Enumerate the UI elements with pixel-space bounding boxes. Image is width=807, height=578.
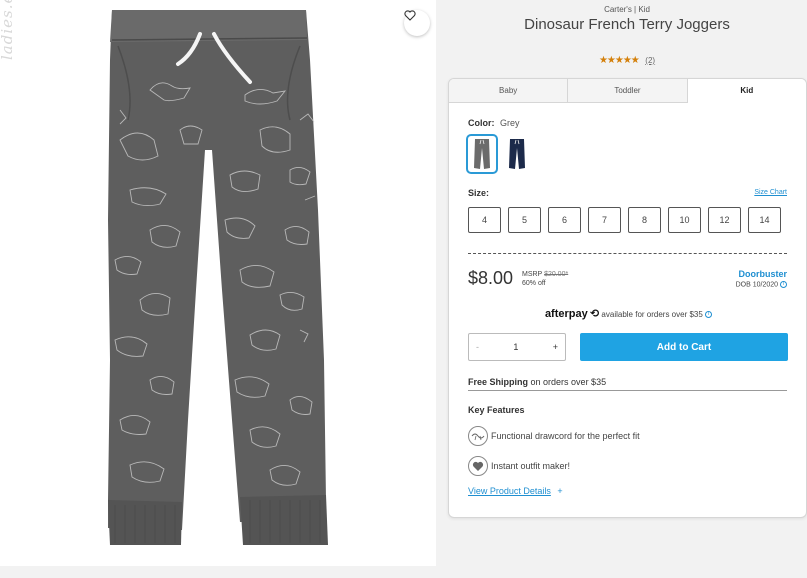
review-count-link[interactable]: (2) xyxy=(645,56,655,65)
free-shipping-note: Free Shipping on orders over $35 xyxy=(468,377,606,387)
free-shipping-rest: on orders over $35 xyxy=(530,377,607,387)
tab-toddler[interactable]: Toddler xyxy=(568,79,688,102)
size-option-8[interactable]: 8 xyxy=(628,207,661,233)
star-rating: ★★★★★ xyxy=(598,55,640,66)
size-option-5[interactable]: 5 xyxy=(508,207,541,233)
color-label-row: Color: Grey xyxy=(468,118,520,128)
swatch-grey[interactable] xyxy=(466,134,498,174)
expand-plus-icon[interactable]: + xyxy=(557,486,562,496)
product-rating: ★★★★★ (2) xyxy=(448,55,806,66)
discount-text: 60% off xyxy=(522,280,546,287)
msrp-value: $20.00* xyxy=(544,271,569,278)
size-options: 4 5 6 7 8 10 12 14 xyxy=(468,207,788,233)
msrp-block: MSRP $20.00* 60% off xyxy=(522,270,568,288)
feature-text: Functional drawcord for the perfect fit xyxy=(491,431,640,441)
promo-label: Doorbuster xyxy=(738,269,787,279)
feature-text: Instant outfit maker! xyxy=(491,461,571,471)
quantity-value[interactable]: 1 xyxy=(513,342,518,352)
size-option-14[interactable]: 14 xyxy=(748,207,781,233)
size-option-12[interactable]: 12 xyxy=(708,207,741,233)
add-to-cart-button[interactable]: Add to Cart xyxy=(580,333,788,361)
key-features-heading: Key Features xyxy=(468,405,525,415)
tab-baby[interactable]: Baby xyxy=(449,79,569,102)
feature-item: Instant outfit maker! xyxy=(468,456,570,476)
msrp-label: MSRP xyxy=(522,271,543,278)
quantity-increase-button[interactable]: + xyxy=(553,342,558,352)
product-image[interactable]: ladies.ep.ua xyxy=(0,0,436,566)
product-brand: Carter's | Kid xyxy=(604,5,650,14)
quantity-stepper: - 1 + xyxy=(468,333,566,361)
promo-note: DOB 10/2020 i xyxy=(736,281,787,288)
view-details-label[interactable]: View Product Details xyxy=(468,486,551,496)
afterpay-logo-icon: ⟲ xyxy=(589,308,600,320)
color-label: Color: xyxy=(468,118,495,128)
afterpay-message: afterpay ⟲ available for orders over $35… xyxy=(449,307,806,320)
drawcord-icon xyxy=(468,426,488,446)
promo-note-text: DOB 10/2020 xyxy=(735,281,779,289)
purchase-card: Baby Toddler Kid Color: Grey Size: Size … xyxy=(448,78,807,518)
quantity-decrease-button[interactable]: - xyxy=(476,342,479,352)
product-title: Dinosaur French Terry Joggers xyxy=(524,16,730,33)
afterpay-text: available for orders over $35 xyxy=(601,310,703,319)
outfit-icon xyxy=(468,456,488,476)
grey-pants-thumbnail xyxy=(474,139,490,169)
divider xyxy=(468,390,787,391)
sale-price: $8.00 xyxy=(468,268,514,288)
size-option-4[interactable]: 4 xyxy=(468,207,501,233)
watermark-text: ladies.ep.ua xyxy=(0,0,16,60)
color-value: Grey xyxy=(500,118,520,128)
size-option-10[interactable]: 10 xyxy=(668,207,701,233)
wishlist-button[interactable] xyxy=(404,10,430,36)
afterpay-logo: afterpay xyxy=(544,308,588,320)
heart-icon xyxy=(404,10,416,21)
free-shipping-bold: Free Shipping xyxy=(468,377,529,387)
tab-kid[interactable]: Kid xyxy=(687,79,806,103)
size-option-6[interactable]: 6 xyxy=(548,207,581,233)
afterpay-info-icon[interactable]: i xyxy=(705,311,713,319)
product-page: ladies.ep.ua Carter's | Kid Dinosaur Fre… xyxy=(0,0,807,578)
size-label: Size: xyxy=(468,188,490,198)
swatch-navy[interactable] xyxy=(501,134,533,174)
dashed-divider xyxy=(468,253,787,254)
size-range-tabs: Baby Toddler Kid xyxy=(449,79,806,103)
info-icon[interactable]: i xyxy=(780,281,787,288)
joggers-image xyxy=(108,10,328,545)
size-option-7[interactable]: 7 xyxy=(588,207,621,233)
view-product-details-link[interactable]: View Product Details + xyxy=(468,486,563,496)
feature-item: Functional drawcord for the perfect fit xyxy=(468,426,640,446)
navy-pants-thumbnail xyxy=(509,139,525,169)
size-chart-link[interactable]: Size Chart xyxy=(754,189,787,196)
